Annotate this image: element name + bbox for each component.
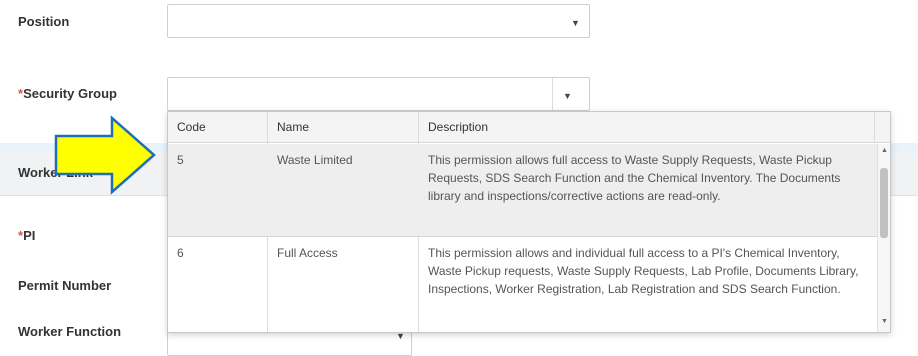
position-label: Position <box>18 14 70 29</box>
scrollbar-thumb[interactable] <box>880 168 888 238</box>
security-group-select[interactable]: ▼ <box>167 77 590 111</box>
column-header-name: Name <box>277 120 310 134</box>
pi-label: *PI <box>18 228 35 243</box>
table-row[interactable]: 6 Full Access This permission allows and… <box>168 237 877 332</box>
worker-function-label: Worker Function <box>18 324 122 339</box>
scroll-up-icon[interactable]: ▲ <box>881 147 888 154</box>
column-header-description: Description <box>428 120 489 134</box>
cell-name: Full Access <box>277 246 338 260</box>
cell-name: Waste Limited <box>277 153 353 167</box>
chevron-down-icon: ▼ <box>571 18 580 28</box>
permit-number-label: Permit Number <box>18 278 112 293</box>
position-select[interactable]: ▼ <box>167 4 590 38</box>
yellow-arrow-icon <box>54 115 156 195</box>
dropdown-header: Code Name Description <box>168 112 890 143</box>
column-header-code: Code <box>177 120 206 134</box>
cell-code: 6 <box>177 246 184 260</box>
column-divider <box>874 112 875 143</box>
cell-description: This permission allows and individual fu… <box>428 246 859 296</box>
dropdown-scrollbar[interactable]: ▲ ▼ <box>877 144 890 332</box>
pi-label-text: PI <box>23 228 36 243</box>
scroll-down-icon[interactable]: ▼ <box>881 318 888 325</box>
security-group-dropdown[interactable]: Code Name Description 5 Waste Limited Th… <box>167 111 891 333</box>
select-toggle-divider <box>552 78 553 110</box>
security-group-label-text: Security Group <box>23 86 117 101</box>
cell-code: 5 <box>177 153 184 167</box>
chevron-down-icon: ▼ <box>396 331 405 341</box>
security-group-label: *Security Group <box>18 86 117 101</box>
chevron-down-icon: ▼ <box>563 91 572 101</box>
table-row[interactable]: 5 Waste Limited This permission allows f… <box>168 144 877 236</box>
arrow-shape <box>54 115 156 195</box>
cell-description: This permission allows full access to Wa… <box>428 153 841 203</box>
